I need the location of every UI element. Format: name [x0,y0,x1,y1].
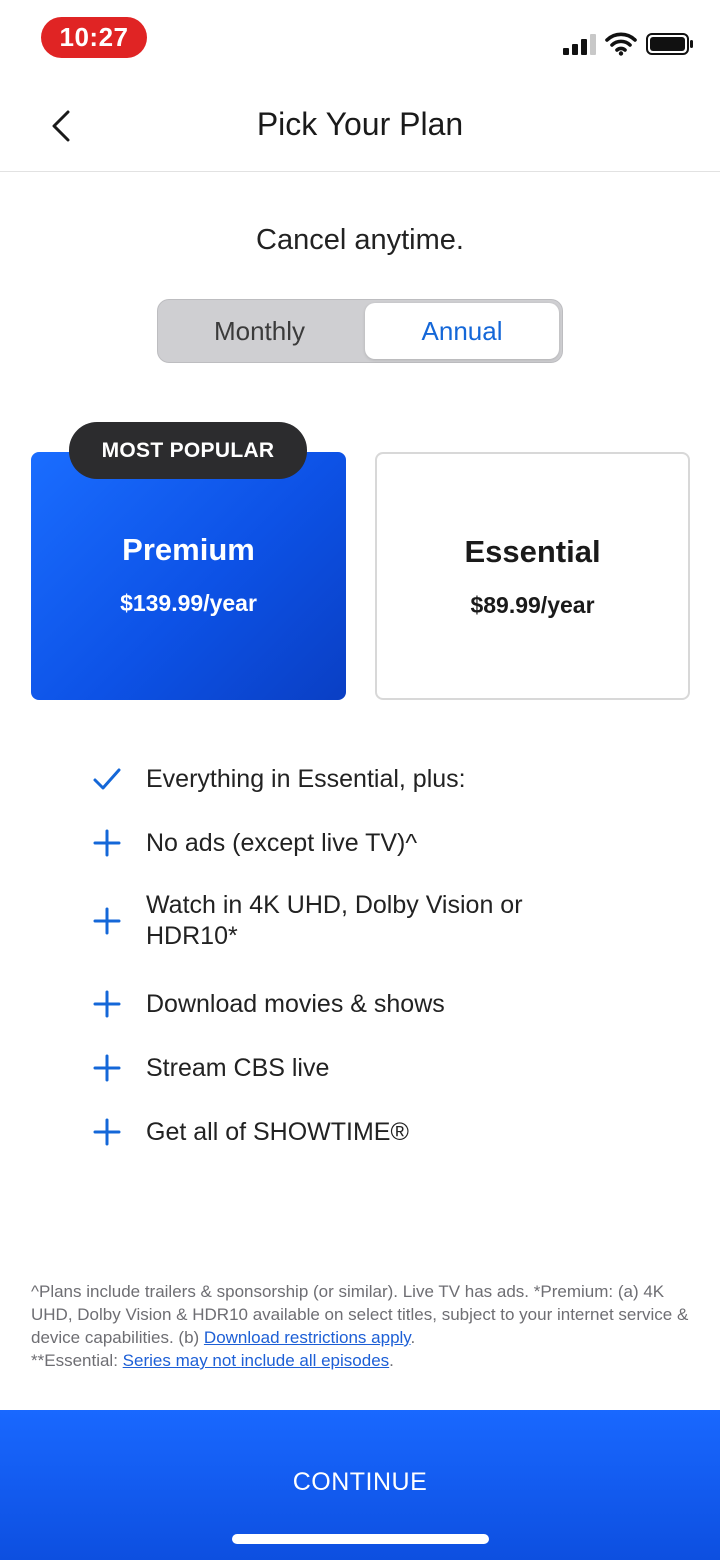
list-item: Stream CBS live [90,1051,650,1085]
legal-text: **Essential: [31,1351,123,1370]
feature-text: Watch in 4K UHD, Dolby Vision or HDR10* [146,891,523,950]
feature-text: No ads (except live TV)^ [146,828,418,857]
plan-name: Premium [122,532,255,567]
check-icon [93,768,121,790]
home-indicator [232,1534,489,1544]
wifi-icon [605,32,637,56]
page-title: Pick Your Plan [256,106,464,142]
plus-icon [93,907,121,935]
plan-price: $89.99/year [470,592,595,618]
list-item: Watch in 4K UHD, Dolby Vision or HDR10* [90,890,650,952]
list-item: No ads (except live TV)^ [90,826,650,860]
cancel-anytime-text: Cancel anytime. [256,224,464,256]
continue-button[interactable]: CONTINUE [0,1410,720,1560]
plus-icon [93,829,121,857]
plus-icon [93,990,121,1018]
plan-name: Essential [464,534,601,569]
plus-icon [93,1118,121,1146]
download-restrictions-link[interactable]: Download restrictions apply [204,1328,411,1347]
battery-icon [646,33,693,55]
header: Pick Your Plan [0,80,720,172]
list-item: Download movies & shows [90,987,650,1021]
plan-picker-screen: 10:27 Pick Your Plan Cancel anytime. Mon… [0,0,720,1560]
feature-text: Stream CBS live [146,1053,330,1082]
billing-period-toggle: Monthly Annual [157,299,563,363]
series-episodes-link[interactable]: Series may not include all episodes [123,1351,389,1370]
list-item: Everything in Essential, plus: [90,762,650,796]
plan-card-essential[interactable]: Essential $89.99/year [375,452,690,700]
plan-price: $139.99/year [120,590,257,616]
legal-text: . [389,1351,394,1370]
legal-text: . [410,1328,416,1347]
status-bar: 10:27 [0,0,720,80]
plan-card-premium[interactable]: Premium $139.99/year [31,452,346,700]
plus-icon [93,1054,121,1082]
legal-disclaimer: ^Plans include trailers & sponsorship (o… [31,1280,691,1372]
status-time: 10:27 [41,17,147,58]
feature-text: Everything in Essential, plus: [146,764,466,793]
cellular-signal-icon [563,34,596,55]
feature-text: Get all of SHOWTIME® [146,1117,409,1146]
continue-label: CONTINUE [292,1468,428,1496]
toggle-annual[interactable]: Annual [365,303,559,359]
most-popular-badge: MOST POPULAR [69,422,307,479]
toggle-monthly[interactable]: Monthly [158,300,361,362]
feature-text: Download movies & shows [146,989,445,1018]
list-item: Get all of SHOWTIME® [90,1115,650,1149]
